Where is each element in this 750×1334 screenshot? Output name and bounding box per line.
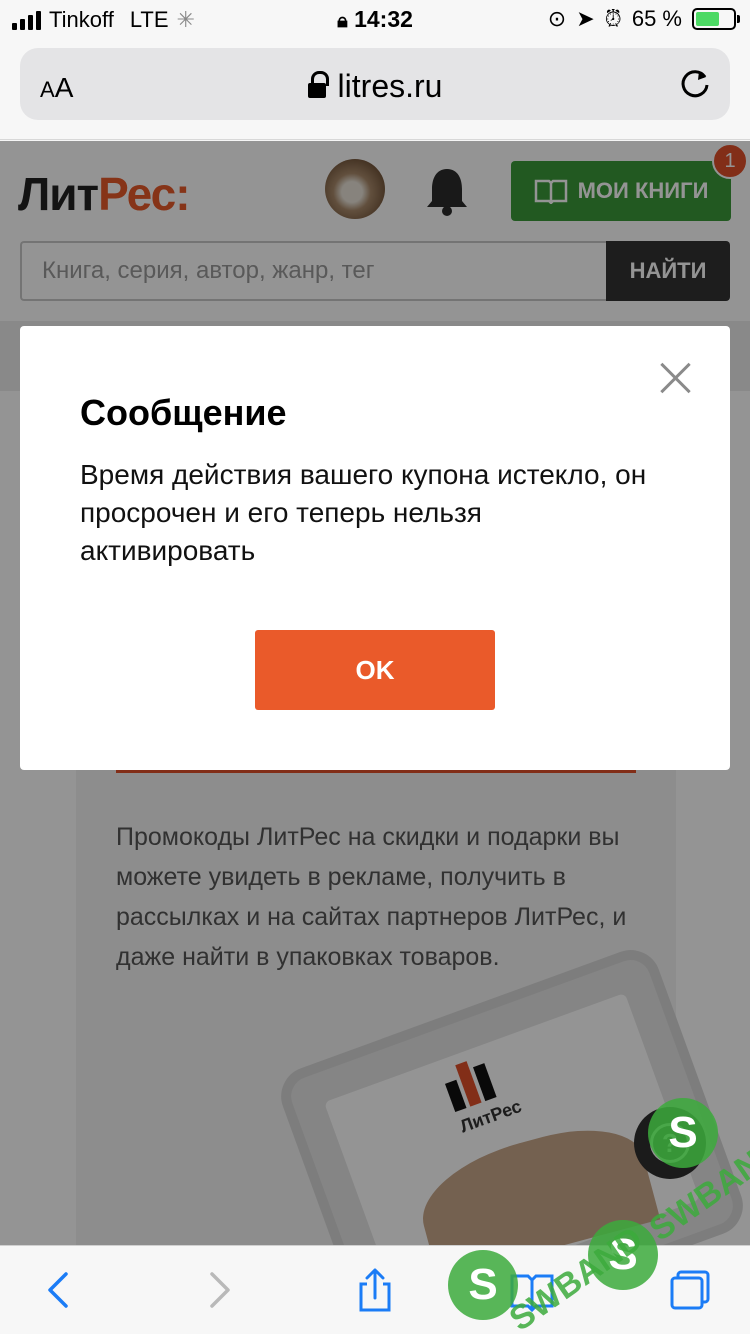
clock: 14:32 <box>354 6 413 32</box>
browser-address-area: AA litres.ru <box>0 40 750 140</box>
message-dialog: Сообщение Время действия вашего купона и… <box>20 326 730 770</box>
reload-icon[interactable] <box>678 66 712 100</box>
battery-icon <box>692 8 740 30</box>
url-text: litres.ru <box>337 68 443 104</box>
location-icon: ➤ <box>576 6 595 31</box>
address-bar[interactable]: AA litres.ru <box>20 48 730 120</box>
back-icon[interactable] <box>38 1268 82 1312</box>
battery-percent: 65 % <box>631 6 682 31</box>
dialog-title: Сообщение <box>80 392 287 433</box>
watermark: S S S SWBAND SWBAND <box>420 1050 750 1334</box>
close-icon[interactable] <box>660 362 692 394</box>
share-icon[interactable] <box>353 1268 397 1312</box>
forward-icon[interactable] <box>196 1268 240 1312</box>
status-bar: Tinkoff LTE ✳ 🔒︎ 14:32 ⊙ ➤ ⏰︎ 65 % <box>0 0 750 40</box>
alarm-icon: ⏰︎ <box>604 6 622 31</box>
lock-icon <box>307 71 329 99</box>
ok-button[interactable]: OK <box>255 630 495 710</box>
rotation-lock-icon: ⊙ <box>547 6 567 31</box>
watermark-logo: S <box>648 1098 718 1168</box>
lock-status-icon: 🔒︎ <box>337 10 348 32</box>
dialog-message: Время действия вашего купона истекло, он… <box>80 459 647 566</box>
